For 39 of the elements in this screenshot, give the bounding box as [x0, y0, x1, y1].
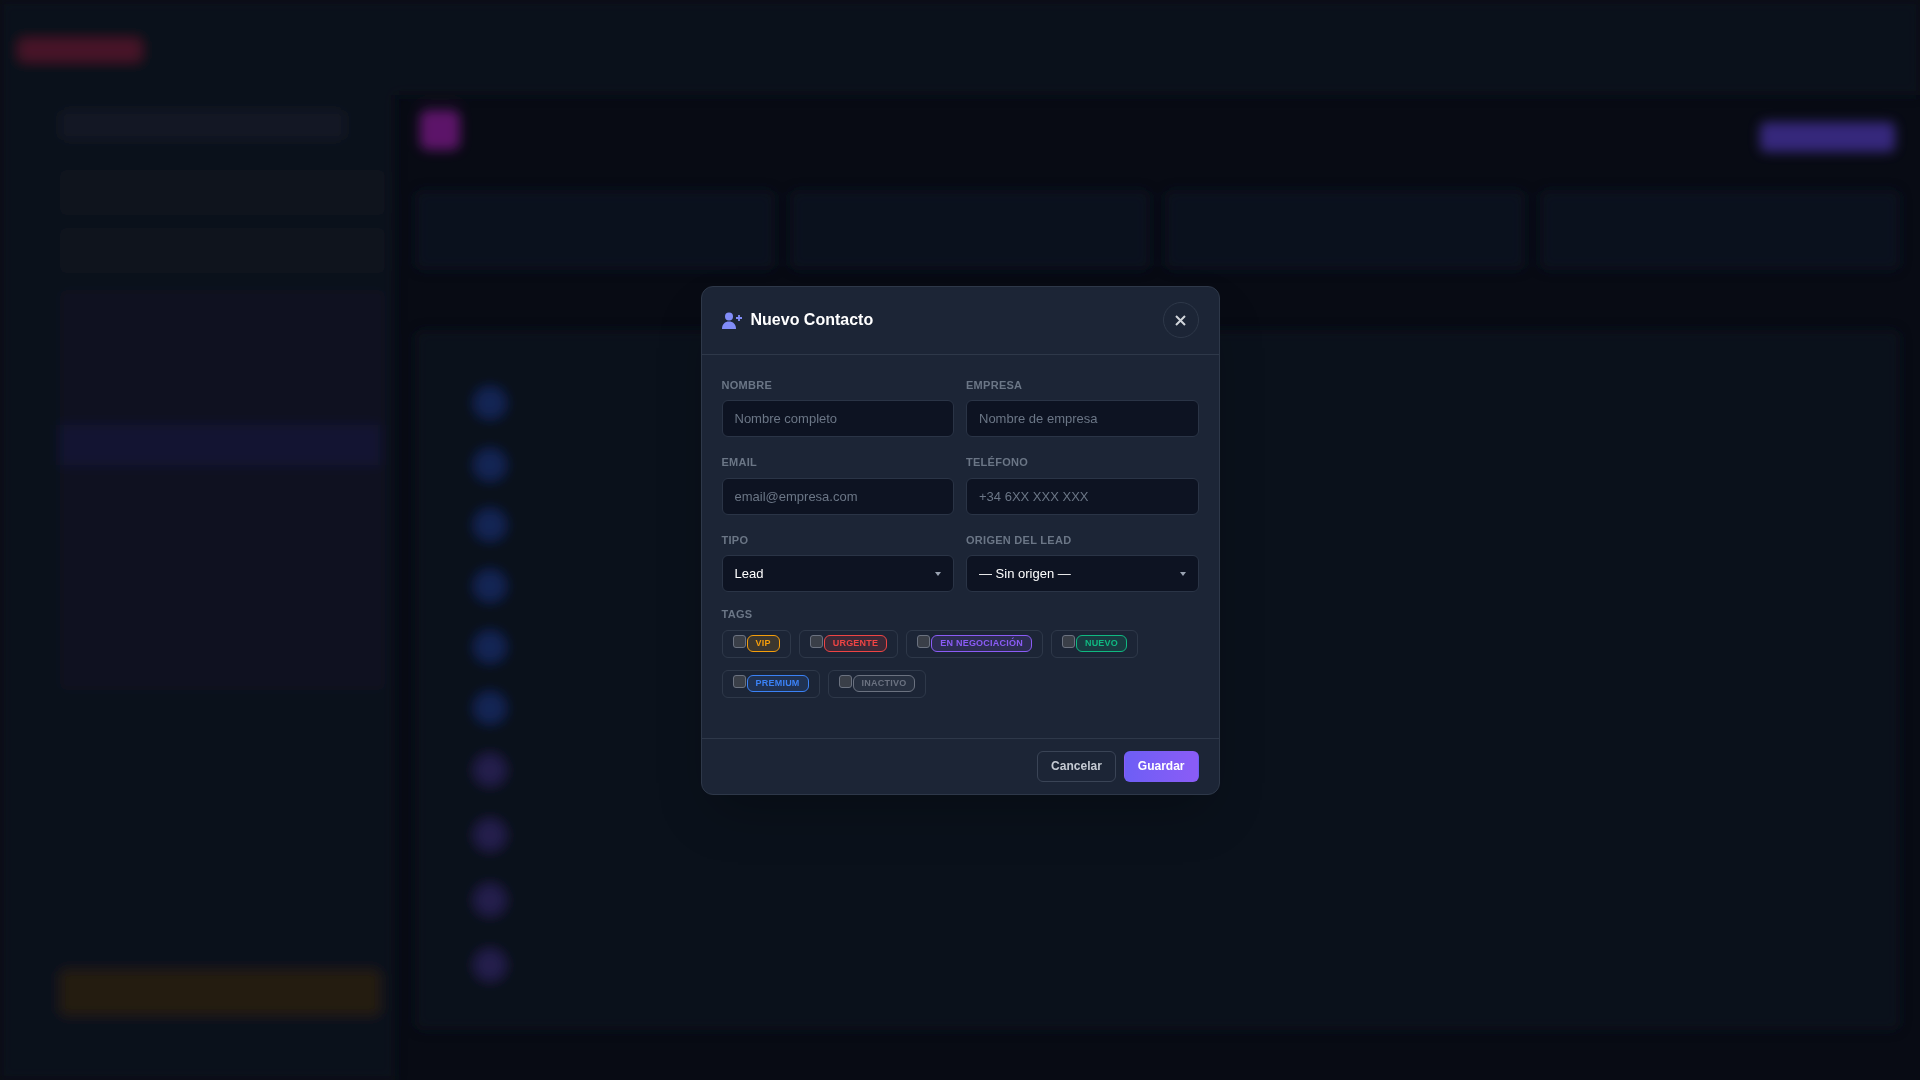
checkbox[interactable] — [917, 635, 931, 648]
tag-option[interactable]: PREMIUM — [721, 669, 820, 698]
text-input-field[interactable]: email@empresa.com — [721, 477, 954, 515]
tag-badge: URGENTE — [823, 634, 888, 653]
close-button[interactable] — [1162, 302, 1199, 338]
close-icon — [1175, 314, 1186, 326]
tag-badge: EN NEGOCIACIÓN — [931, 634, 1032, 653]
cancel-button[interactable]: Cancelar — [1037, 750, 1116, 782]
checkbox[interactable] — [838, 675, 852, 688]
text-input-field[interactable]: Nombre de empresa — [966, 400, 1199, 437]
checkbox[interactable] — [732, 675, 746, 688]
field-label: TELÉFONO — [966, 455, 1030, 470]
caret-icon — [1179, 571, 1186, 576]
checkbox[interactable] — [809, 635, 823, 648]
field-label: TIPO — [721, 532, 750, 548]
field-label: EMAIL — [721, 455, 759, 470]
field-label: NOMBRE — [721, 377, 774, 393]
field-label: EMPRESA — [966, 377, 1024, 393]
save-button[interactable]: Guardar — [1123, 750, 1199, 782]
tag-option[interactable]: EN NEGOCIACIÓN — [906, 629, 1043, 658]
tag-badge: INACTIVO — [852, 674, 916, 693]
text-input-field[interactable]: Nombre completo — [721, 400, 954, 437]
tag-option[interactable]: NUEVO — [1050, 629, 1139, 658]
dialog-title: Nuevo Contacto — [750, 310, 874, 330]
tag-badge: PREMIUM — [746, 674, 809, 693]
tag-option[interactable]: URGENTE — [798, 629, 899, 658]
tag-option[interactable]: VIP — [721, 629, 791, 658]
select-dropdown[interactable]: — Sin origen — — [966, 555, 1199, 592]
tag-option[interactable]: INACTIVO — [827, 669, 927, 698]
tag-badge: VIP — [746, 634, 780, 653]
select-dropdown[interactable]: Lead — [721, 555, 954, 592]
field-label: ORIGEN DEL LEAD — [966, 532, 1073, 548]
text-input-field[interactable]: +34 6XX XXX XXX — [966, 477, 1199, 515]
checkbox[interactable] — [1061, 635, 1075, 648]
tag-badge: NUEVO — [1075, 634, 1128, 653]
add-user-icon — [721, 311, 743, 329]
checkbox[interactable] — [732, 635, 746, 648]
tags-label: TAGS — [721, 607, 754, 622]
caret-icon — [935, 571, 941, 576]
